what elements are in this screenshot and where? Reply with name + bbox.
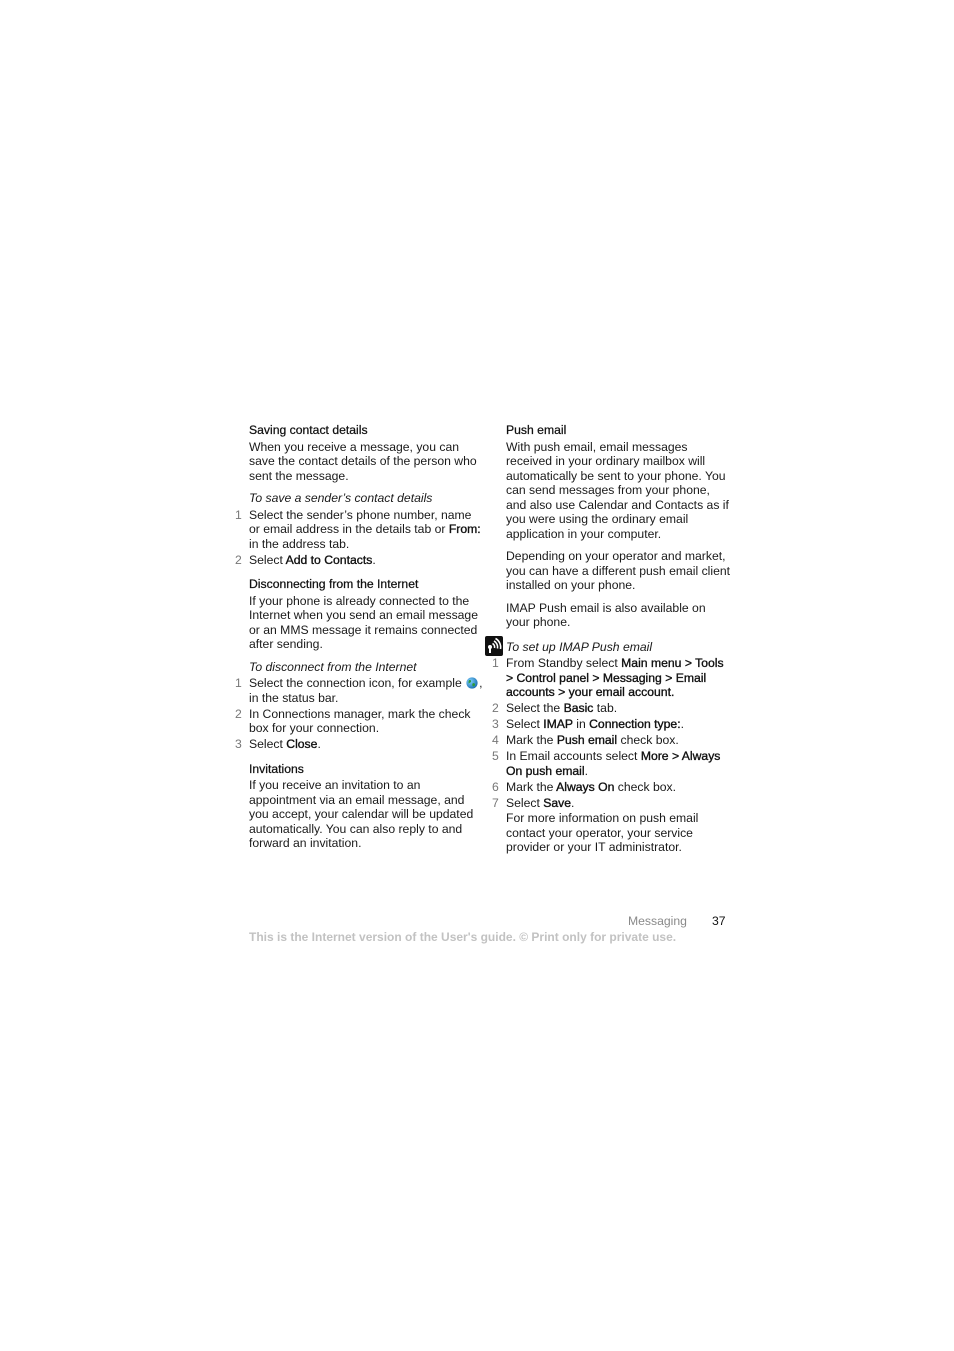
section-heading: Invitations <box>249 761 304 776</box>
step-text: check box. <box>617 733 679 747</box>
step-item: 2 Select the Basic tab. <box>492 701 731 716</box>
step-text: in <box>572 717 590 731</box>
step-text: . <box>317 737 321 751</box>
step-text: . <box>571 795 575 810</box>
step-item: 3 Select IMAP in Connection type:. <box>492 717 731 732</box>
step-item: 6 Mark the Always On check box. <box>492 779 731 795</box>
step-text: . <box>372 552 376 567</box>
step-text: Mark the <box>506 779 557 794</box>
ui-term: IMAP <box>543 717 573 731</box>
left-column: Saving contact details When you receive … <box>235 423 484 859</box>
step-text: Select <box>506 717 544 731</box>
step-text: . <box>584 763 588 778</box>
step-text: Select the connection icon, for example <box>249 676 466 690</box>
ui-term: Connection type: <box>589 717 681 731</box>
step-number: 2 <box>235 706 242 721</box>
section-body: If you receive an invitation to an appoi… <box>249 778 474 850</box>
step-number: 1 <box>235 507 242 522</box>
ui-term: Always On <box>556 779 615 794</box>
step-text: . <box>670 685 675 699</box>
ui-term: Close <box>286 737 318 751</box>
step-item: 1 Select the connection icon, for example… <box>235 676 484 705</box>
section-heading: Disconnecting from the Internet <box>249 577 419 591</box>
ui-term: From: <box>448 522 481 536</box>
step-text: Select <box>249 737 287 751</box>
section-body: Depending on your operator and market, y… <box>506 549 731 592</box>
steps-list: 1 From Standby select Main menu > Tools >… <box>492 656 731 811</box>
page-number: 37 <box>712 914 726 928</box>
step-item: 7 Select Save. <box>492 795 731 811</box>
step-text: tab. <box>593 701 618 715</box>
step-text: Select the sender’s phone number, name o… <box>249 507 472 537</box>
steps-list: 1 Select the connection icon, for example… <box>235 676 484 752</box>
step-text: check box. <box>614 779 677 794</box>
footer-section-name: Messaging <box>628 914 687 928</box>
step-item: 2 In Connections manager, mark the check … <box>235 706 484 736</box>
ui-term: Basic <box>563 701 594 715</box>
footer-notice: This is the Internet version of the User… <box>249 930 677 944</box>
step-text: From Standby select <box>506 656 622 670</box>
step-text: In Connections manager, mark the check b… <box>249 706 471 736</box>
step-item: 3 Select Close. <box>235 737 484 752</box>
step-text: Select <box>249 552 286 567</box>
section-body: With push email, email messages received… <box>506 439 729 541</box>
section-disconnecting: Disconnecting from the Internet If your … <box>235 577 484 752</box>
task-title: To disconnect from the Internet <box>249 659 417 674</box>
task-title: To set up IMAP Push email <box>506 639 653 654</box>
step-number: 1 <box>492 656 499 670</box>
section-saving-contact-details: Saving contact details When you receive … <box>235 423 484 568</box>
ui-term: Save <box>543 795 572 810</box>
step-number: 5 <box>492 749 499 763</box>
step-text: . <box>680 717 684 731</box>
step-number: 2 <box>492 701 499 715</box>
section-body: If your phone is already connected to th… <box>249 593 478 652</box>
section-body: When you receive a message, you can save… <box>249 439 477 483</box>
step-item: 2 Select Add to Contacts. <box>235 552 484 568</box>
task-title: To save a sender’s contact details <box>249 491 433 505</box>
right-column: Push email With push email, email messag… <box>485 423 731 855</box>
ui-term: Add to Contacts <box>285 552 373 567</box>
section-heading: Saving contact details <box>249 423 368 437</box>
steps-list: 1 Select the sender’s phone number, name … <box>235 507 484 568</box>
step-text: Select <box>506 795 544 810</box>
step-number: 4 <box>492 733 499 747</box>
step-number: 6 <box>492 779 499 794</box>
section-push-email: Push email With push email, email messag… <box>485 423 731 855</box>
step-text: Mark the <box>506 733 557 747</box>
ui-term: Push email <box>556 733 618 747</box>
step-item: 5 In Email accounts select More > Always … <box>492 749 731 778</box>
section-body: IMAP Push email is also available on you… <box>506 600 706 630</box>
step-number: 3 <box>235 737 242 751</box>
step-item: 4 Mark the Push email check box. <box>492 733 731 748</box>
step-item: 1 Select the sender’s phone number, name … <box>235 507 484 552</box>
section-invitations: Invitations If you receive an invitation… <box>249 761 484 851</box>
note-text: For more information on push email conta… <box>506 811 699 854</box>
section-heading: Push email <box>506 423 567 437</box>
step-number: 3 <box>492 717 499 731</box>
step-text: In Email accounts select <box>506 749 641 763</box>
step-text: in the address tab. <box>249 536 350 551</box>
step-text: Select the <box>506 701 564 715</box>
step-number: 7 <box>492 795 499 810</box>
operator-service-icon <box>485 635 503 656</box>
globe-icon <box>466 677 478 689</box>
step-number: 1 <box>235 676 242 690</box>
task-title-row: To set up IMAP Push email <box>485 635 731 656</box>
step-number: 2 <box>235 552 242 567</box>
step-item: 1 From Standby select Main menu > Tools >… <box>492 656 731 700</box>
